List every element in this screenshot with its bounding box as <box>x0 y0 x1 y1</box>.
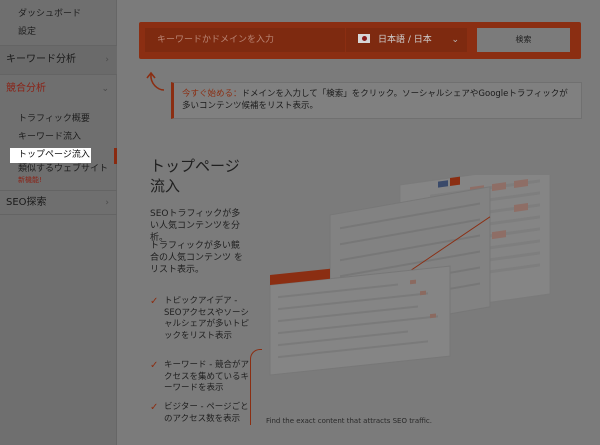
chevron-right-icon: › <box>105 198 109 208</box>
language-select[interactable]: 日本語 / 日本 ⌄ <box>346 28 467 52</box>
feature-topic-ideas: ✓ トピックアイデア - SEOアクセスやソーシャルシェアが多いトピックをリスト表… <box>150 296 254 342</box>
new-badge-suffix: ! <box>39 176 42 184</box>
check-icon: ✓ <box>150 296 159 307</box>
sidebar-section-seo-explore[interactable]: SEO探索 › <box>0 192 117 214</box>
active-indicator <box>114 148 117 164</box>
feature-visitors: ✓ ビジター - ページごとのアクセス数を表示 <box>150 402 254 425</box>
search-input[interactable]: キーワードかドメインを入力 <box>145 28 345 52</box>
feature-text: キーワード - 競合がアクセスを集めているキーワードを表示 <box>164 360 250 393</box>
search-button[interactable]: 検索 <box>477 28 570 52</box>
sidebar-section-keyword-analysis[interactable]: キーワード分析 › <box>0 46 117 74</box>
sidebar-divider <box>0 214 117 215</box>
japan-flag-icon <box>358 34 370 43</box>
illustration-caption: Find the exact content that attracts SEO… <box>266 417 432 425</box>
sidebar-section-label: キーワード分析 <box>6 54 76 65</box>
feature-text: トピックアイデア - SEOアクセスやソーシャルシェアが多いトピックをリスト表示 <box>164 296 250 341</box>
page-title: トップページ流入 <box>150 157 240 195</box>
language-select-value: 日本語 / 日本 <box>378 35 432 45</box>
sidebar: ダッシュボード 設定 キーワード分析 › 競合分析 ⌄ トラフィック概要 キーワ… <box>0 0 117 445</box>
curved-arrow-icon <box>146 71 165 91</box>
sidebar-item-top-pages[interactable]: トップページ流入 <box>10 148 91 163</box>
chevron-down-icon: ⌄ <box>451 35 459 45</box>
check-icon: ✓ <box>150 360 159 371</box>
report-preview-illustration <box>269 175 551 376</box>
sidebar-divider <box>0 190 117 191</box>
description-2: トラフィックが多い競合の人気コンテンツ をリスト表示。 <box>150 241 243 275</box>
check-icon: ✓ <box>150 402 159 413</box>
sidebar-item-similar-sites[interactable]: 類似するウェブサイト新機能! <box>0 164 117 186</box>
description-1: SEOトラフィックが多い人気コンテンツを分析。 <box>150 209 241 243</box>
tip-label: 今すぐ始める： <box>182 89 242 99</box>
chevron-down-icon: ⌄ <box>101 84 109 94</box>
new-badge: 新機能 <box>18 176 39 184</box>
feature-keywords: ✓ キーワード - 競合がアクセスを集めているキーワードを表示 <box>150 360 254 395</box>
sidebar-section-label: SEO探索 <box>6 197 47 208</box>
sidebar-section-label: 競合分析 <box>6 83 46 94</box>
chevron-right-icon: › <box>105 55 109 65</box>
sidebar-item-keyword-traffic[interactable]: キーワード流入 <box>0 130 117 144</box>
sidebar-section-competitive-analysis[interactable]: 競合分析 ⌄ <box>0 75 117 103</box>
feature-text: ビジター - ページごとのアクセス数を表示 <box>164 402 249 424</box>
sidebar-item-traffic-overview[interactable]: トラフィック概要 <box>0 112 117 126</box>
sidebar-item-dashboard[interactable]: ダッシュボード <box>0 7 117 21</box>
sidebar-item-settings[interactable]: 設定 <box>0 25 117 39</box>
getting-started-tip: 今すぐ始める：ドメインを入力して「検索」をクリック。ソーシャルシェアやGoogl… <box>171 82 582 119</box>
sidebar-item-label: 類似するウェブサイト <box>18 164 109 174</box>
